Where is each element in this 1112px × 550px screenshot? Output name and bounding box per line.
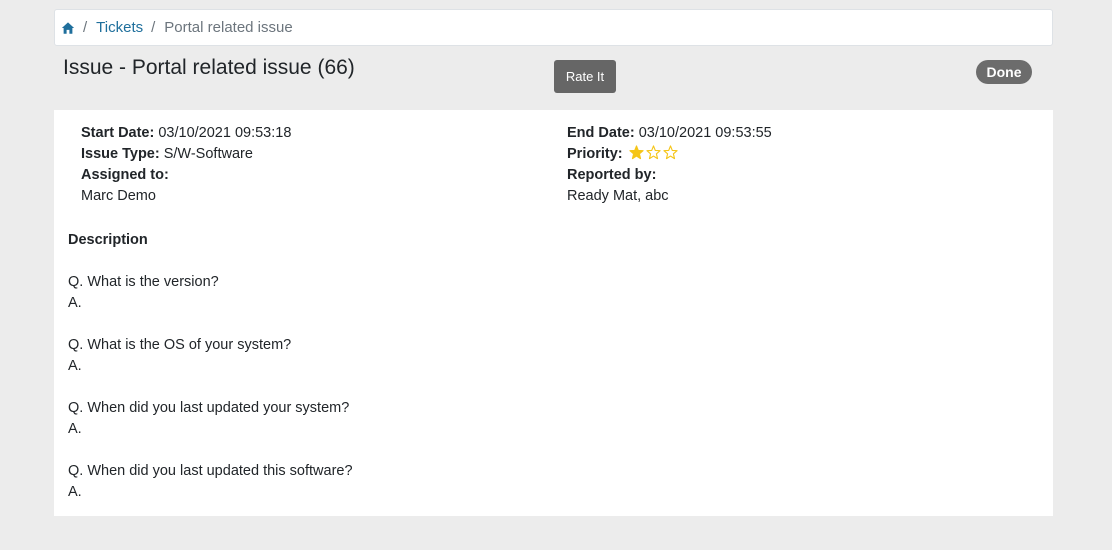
question-text: Q. What is the version?: [68, 274, 219, 290]
start-date-row: Start Date: 03/10/2021 09:53:18: [81, 123, 291, 144]
details-right-column: End Date: 03/10/2021 09:53:55 Priority: …: [567, 123, 772, 207]
details-left-column: Start Date: 03/10/2021 09:53:18 Issue Ty…: [81, 123, 291, 207]
priority-stars: [629, 145, 678, 160]
issue-type-value: S/W-Software: [163, 146, 253, 162]
end-date-row: End Date: 03/10/2021 09:53:55: [567, 123, 772, 144]
qa-item: Q. What is the version? A.: [68, 272, 353, 314]
start-date-label: Start Date:: [81, 125, 155, 141]
reported-by-label: Reported by:: [567, 167, 657, 183]
priority-row: Priority:: [567, 144, 772, 165]
status-badge: Done: [976, 60, 1032, 84]
qa-item: Q. When did you last updated this softwa…: [68, 461, 353, 503]
answer-text: A.: [68, 295, 82, 311]
issue-details-card: Start Date: 03/10/2021 09:53:18 Issue Ty…: [54, 110, 1053, 516]
priority-label: Priority:: [567, 146, 623, 162]
answer-text: A.: [68, 358, 82, 374]
reported-by-label-row: Reported by:: [567, 165, 772, 186]
start-date-value: 03/10/2021 09:53:18: [158, 125, 292, 141]
breadcrumb-tickets-link[interactable]: Tickets: [96, 19, 143, 36]
assigned-to-value: Marc Demo: [81, 188, 156, 204]
end-date-label: End Date:: [567, 125, 635, 141]
star-empty-icon[interactable]: [646, 145, 661, 160]
rate-it-button[interactable]: Rate It: [554, 60, 616, 93]
answer-text: A.: [68, 421, 82, 437]
breadcrumb: / Tickets / Portal related issue: [54, 9, 1053, 46]
question-text: Q. When did you last updated your system…: [68, 400, 350, 416]
page-title: Issue - Portal related issue (66): [63, 56, 355, 79]
qa-item: Q. When did you last updated your system…: [68, 398, 353, 440]
question-text: Q. When did you last updated this softwa…: [68, 463, 353, 479]
star-empty-icon[interactable]: [663, 145, 678, 160]
reported-by-value: Ready Mat, abc: [567, 188, 669, 204]
breadcrumb-separator: /: [151, 19, 156, 36]
end-date-value: 03/10/2021 09:53:55: [638, 125, 772, 141]
description-heading: Description: [68, 232, 148, 248]
assigned-to-label: Assigned to:: [81, 167, 169, 183]
issue-type-row: Issue Type: S/W-Software: [81, 144, 291, 165]
home-icon[interactable]: [61, 21, 75, 35]
assigned-to-label-row: Assigned to:: [81, 165, 291, 186]
answer-text: A.: [68, 484, 82, 500]
issue-type-label: Issue Type:: [81, 146, 160, 162]
star-filled-icon[interactable]: [629, 145, 644, 160]
breadcrumb-separator: /: [83, 19, 88, 36]
qa-item: Q. What is the OS of your system? A.: [68, 335, 353, 377]
description-section: Description Q. What is the version? A. Q…: [68, 230, 353, 524]
question-text: Q. What is the OS of your system?: [68, 337, 292, 353]
breadcrumb-current: Portal related issue: [164, 19, 293, 36]
